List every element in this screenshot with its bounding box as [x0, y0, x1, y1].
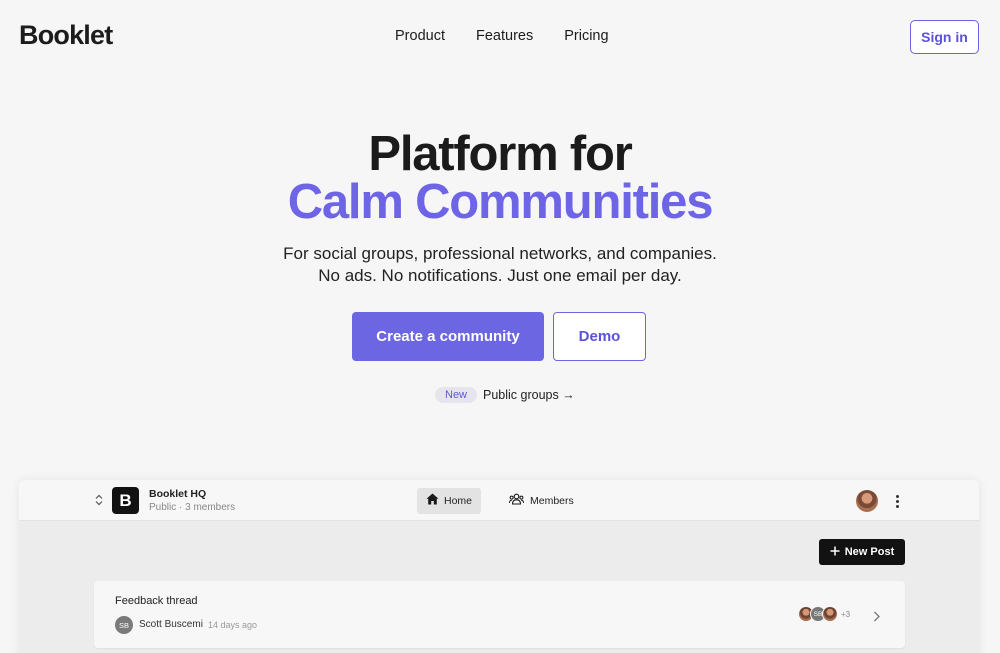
- hero-subtitle-line1: For social groups, professional networks…: [283, 244, 717, 263]
- booklet-logo[interactable]: Booklet: [19, 20, 113, 51]
- nav-links: Product Features Pricing: [395, 28, 609, 44]
- create-community-button[interactable]: Create a community: [352, 312, 544, 361]
- nav-link-product[interactable]: Product: [395, 28, 445, 44]
- chevron-up-down-icon[interactable]: [95, 494, 103, 507]
- sign-in-button[interactable]: Sign in: [910, 20, 979, 54]
- nav-link-features[interactable]: Features: [476, 28, 533, 44]
- group-meta: Public · 3 members: [149, 502, 236, 513]
- hero-title-line1: Platform for: [368, 127, 632, 181]
- home-icon: [426, 492, 439, 510]
- new-post-button[interactable]: New Post: [819, 539, 905, 565]
- participant-avatar: [822, 606, 838, 622]
- kebab-menu-icon[interactable]: [891, 491, 903, 511]
- preview-header: B Booklet HQ Public · 3 members Home Mem…: [19, 480, 979, 521]
- hero-title-line2: Calm Communities: [287, 175, 714, 229]
- post-timestamp: 14 days ago: [208, 620, 258, 630]
- user-avatar[interactable]: [856, 490, 878, 512]
- post-card[interactable]: Feedback thread SB Scott Buscemi 14 days…: [94, 581, 905, 648]
- author-avatar: SB: [115, 616, 133, 634]
- public-groups-announcement-link[interactable]: New Public groups →: [435, 386, 575, 404]
- nav-link-pricing[interactable]: Pricing: [564, 28, 608, 44]
- hero-subtitle-line2: No ads. No notifications. Just one email…: [318, 266, 682, 285]
- app-preview: B Booklet HQ Public · 3 members Home Mem…: [19, 480, 979, 653]
- new-badge: New: [435, 387, 478, 403]
- demo-button[interactable]: Demo: [553, 312, 646, 361]
- more-participants-count: +3: [841, 609, 851, 619]
- new-post-label: New Post: [844, 546, 895, 558]
- top-navigation: Booklet Product Features Pricing Sign in: [0, 0, 1000, 74]
- announcement-text: Public groups →: [483, 388, 575, 402]
- plus-icon: [830, 546, 840, 559]
- group-name[interactable]: Booklet HQ: [149, 488, 206, 500]
- users-icon: [509, 492, 524, 510]
- group-logo: B: [112, 487, 139, 514]
- tab-members-label: Members: [530, 495, 574, 507]
- post-title: Feedback thread: [115, 595, 198, 607]
- chevron-right-icon[interactable]: [872, 609, 881, 622]
- tab-home-label: Home: [444, 495, 473, 507]
- participant-avatars: SB +3: [798, 606, 850, 622]
- author-name: Scott Buscemi: [139, 619, 203, 630]
- tab-members[interactable]: Members: [509, 488, 574, 514]
- tab-home[interactable]: Home: [417, 488, 481, 514]
